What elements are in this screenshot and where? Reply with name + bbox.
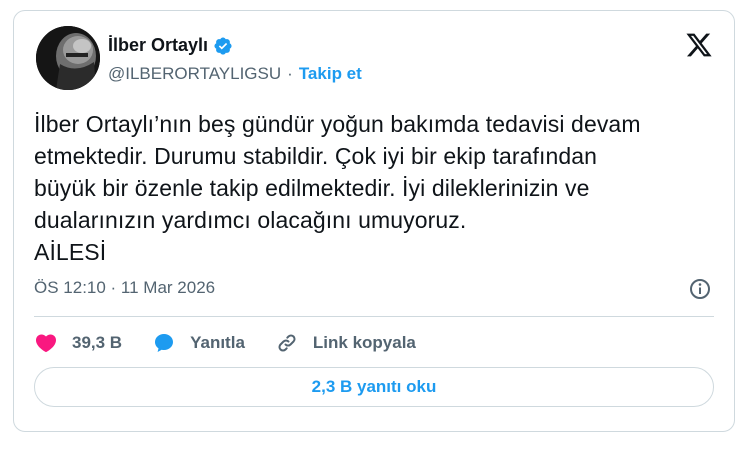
author-name[interactable]: İlber Ortaylı xyxy=(108,35,208,56)
read-replies-button[interactable]: 2,3 B yanıtı oku xyxy=(34,367,714,407)
x-logo-icon[interactable] xyxy=(684,31,714,59)
like-count: 39,3 B xyxy=(72,333,123,352)
separator-dot: · xyxy=(287,64,293,83)
info-icon[interactable] xyxy=(688,277,712,301)
author-name-row: İlber Ortaylı xyxy=(108,35,233,56)
heart-icon xyxy=(35,334,57,353)
reply-label: Yanıtla xyxy=(190,333,245,352)
author-handle[interactable]: @ILBERORTAYLIGSU xyxy=(108,64,281,84)
reply-bubble-icon xyxy=(155,334,174,352)
author-handle-row: @ILBERORTAYLIGSU · Takip et xyxy=(108,64,362,84)
tweet-card: İlber Ortaylı @ILBERORTAYLIGSU · Takip e… xyxy=(13,10,735,432)
verified-badge-icon xyxy=(214,36,232,55)
avatar[interactable] xyxy=(36,26,100,90)
avatar-photo xyxy=(36,26,100,90)
tweet-text: İlber Ortaylı’nın beş gündür yoğun bakım… xyxy=(34,111,641,265)
divider xyxy=(34,316,714,317)
action-bar: 39,3 B Yanıtla Link kopyala xyxy=(34,328,446,358)
copy-link-button[interactable]: Link kopyala xyxy=(275,331,416,355)
follow-button[interactable]: Takip et xyxy=(299,64,362,84)
tweet-timestamp[interactable]: ÖS 12:10 · 11 Mar 2026 xyxy=(34,278,215,298)
link-icon xyxy=(278,334,296,352)
reply-button[interactable]: Yanıtla xyxy=(152,331,245,355)
like-button[interactable]: 39,3 B xyxy=(34,331,122,355)
copy-link-label: Link kopyala xyxy=(312,333,416,352)
